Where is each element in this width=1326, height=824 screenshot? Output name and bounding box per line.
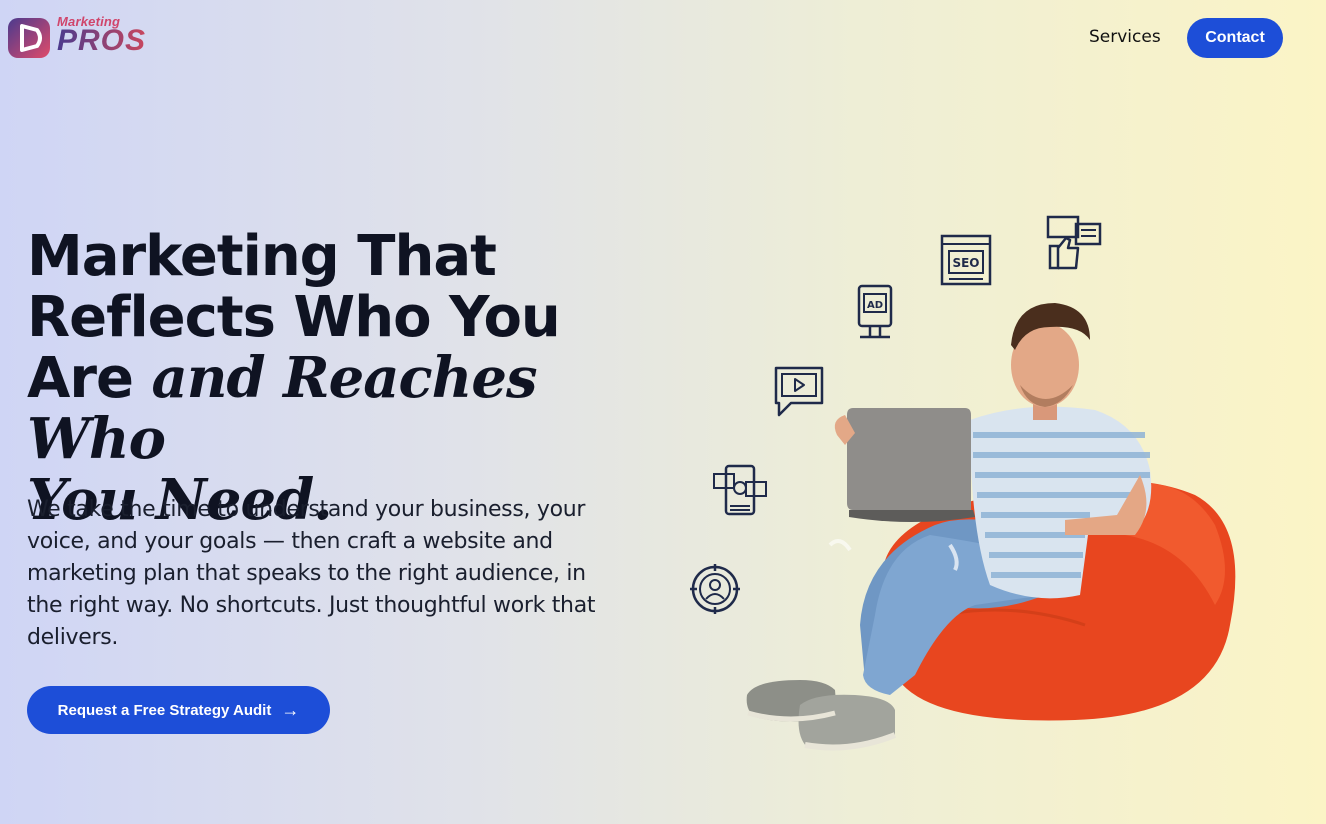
hero-title-line-1: Marketing That — [27, 224, 497, 289]
hero-title-line-3: Are — [27, 346, 152, 411]
arrow-right-icon: → — [281, 700, 300, 720]
request-audit-label: Request a Free Strategy Audit — [57, 701, 272, 719]
seo-icon: SEO — [940, 234, 992, 286]
hero-title: Marketing That Reflects Who You Are and … — [27, 226, 647, 531]
logo-text-main: PROS — [57, 24, 147, 57]
hero-description: We take the time to understand your busi… — [27, 497, 596, 650]
logo-mark-icon — [8, 18, 50, 58]
brand-logo[interactable]: Marketing PROS — [7, 12, 157, 64]
request-audit-button[interactable]: Request a Free Strategy Audit → — [27, 686, 330, 734]
nav-link-services[interactable]: Services — [1089, 27, 1161, 47]
target-user-icon — [690, 564, 740, 614]
site-header: Marketing PROS Services Contact — [0, 0, 1326, 80]
thumbs-up-chat-icon — [1046, 215, 1102, 270]
contact-button[interactable]: Contact — [1187, 18, 1283, 58]
seo-label: SEO — [952, 256, 979, 270]
person-on-beanbag-image — [746, 303, 1236, 751]
hero-title-line-2: Reflects Who You — [27, 285, 561, 350]
